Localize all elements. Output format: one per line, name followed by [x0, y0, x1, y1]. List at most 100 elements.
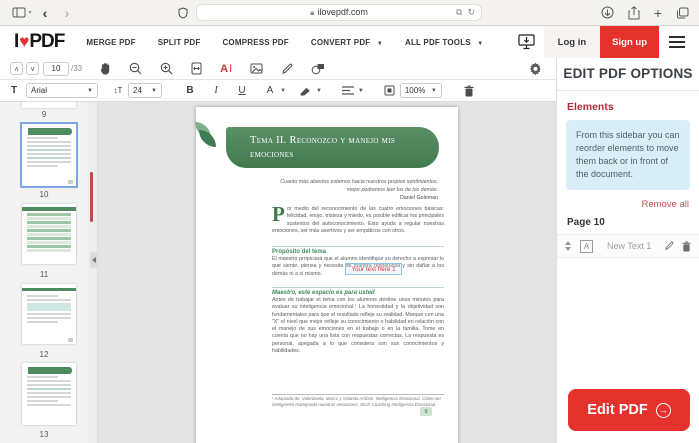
page-total-label: /33 [71, 64, 83, 73]
browser-back-icon[interactable]: ‹ [34, 5, 56, 21]
ilovepdf-logo[interactable]: I ♥ PDF [14, 31, 65, 53]
site-navbar: I ♥ PDF MERGE PDF SPLIT PDF COMPRESS PDF C… [0, 26, 699, 58]
signup-button[interactable]: Sign up [600, 26, 659, 58]
edit-pdf-button[interactable]: Edit PDF → [568, 389, 690, 431]
text-align-button[interactable] [341, 86, 354, 95]
text-type-icon: T [10, 85, 18, 96]
chevron-down-icon: ▼ [151, 87, 157, 94]
zoom-out-icon[interactable] [129, 62, 142, 75]
opacity-select[interactable]: 100% ▼ [399, 83, 442, 98]
leaf-decoration [195, 122, 217, 148]
highlight-color-button[interactable] [300, 86, 312, 96]
nav-all-pdf-tools[interactable]: ALL PDF TOOLS ▼ [405, 38, 483, 47]
delete-element-icon[interactable] [682, 241, 691, 252]
zoom-in-icon[interactable] [160, 62, 173, 75]
page-number-badge: 9 [420, 407, 432, 416]
thumbnail-page-12[interactable] [22, 284, 76, 344]
editor-toolbar-navigation: ∧ ∨ /33 AI [0, 58, 556, 80]
page-title-band: Tema II. Reconozco y manejo mis emocione… [226, 127, 439, 168]
new-tab-icon[interactable]: + [654, 5, 662, 21]
thumbnail-label-10: 10 [39, 190, 49, 199]
page-up-button[interactable]: ∧ [10, 62, 23, 75]
thumbnail-scrollbar[interactable] [90, 172, 93, 222]
chevron-down-icon[interactable]: ▼ [316, 88, 322, 94]
page-group-label: Page 10 [567, 217, 605, 229]
thumbnail-label-11: 11 [39, 270, 49, 279]
thumbnail-page-13[interactable] [22, 363, 76, 425]
page-number-input[interactable] [43, 61, 69, 76]
chevron-down-icon: ▼ [87, 87, 93, 94]
chevron-down-icon: ▼ [477, 40, 484, 47]
thumbnail-label-9: 9 [41, 110, 47, 119]
chevron-down-icon: ▼ [376, 40, 383, 47]
fit-page-icon[interactable] [191, 62, 202, 75]
underline-button[interactable]: U [236, 85, 248, 96]
nav-merge-pdf[interactable]: MERGE PDF [86, 38, 135, 47]
opacity-icon [384, 85, 396, 96]
element-list-item[interactable]: A New Text 1 [557, 234, 699, 259]
dropcap: P [272, 202, 285, 226]
privacy-shield-icon[interactable] [178, 6, 188, 19]
downloads-icon[interactable] [601, 6, 614, 19]
thumbnail-label-12: 12 [39, 350, 49, 359]
thumbnail-sidebar: 9 10 11 12 13 [0, 102, 88, 443]
logo-pdf: PDF [29, 31, 65, 52]
elements-info-box: From this sidebar you can reorder elemen… [566, 120, 690, 191]
lock-icon: 🔒︎ [310, 8, 315, 17]
logo-i: I [14, 31, 19, 52]
inserted-text-box[interactable]: Your text here 1 [345, 263, 402, 275]
heart-icon: ♥ [19, 32, 29, 51]
draw-pencil-icon[interactable] [281, 63, 293, 75]
add-text-tool-icon[interactable]: AI [220, 63, 232, 75]
editor-toolbar-text-format: T Arial ▼ ↕T 24 ▼ B I U A ▼ ▼ ▼ 100% ▼ [0, 80, 556, 102]
elements-section-label: Elements [567, 101, 614, 113]
tab-overview-icon[interactable] [676, 7, 689, 19]
browser-sidebar-icon[interactable]: ▾ [10, 7, 34, 18]
bold-button[interactable]: B [184, 85, 196, 96]
sidebar-collapse-icon[interactable] [90, 252, 97, 268]
font-family-select[interactable]: Arial ▼ [26, 83, 98, 98]
desktop-app-icon[interactable] [510, 26, 544, 58]
quote-author: Daniel Goleman [400, 194, 438, 201]
arrow-right-icon: → [655, 402, 671, 418]
nav-compress-pdf[interactable]: COMPRESS PDF [222, 38, 288, 47]
browser-forward-icon[interactable]: › [56, 5, 78, 21]
login-button[interactable]: Log in [543, 26, 601, 58]
thumbnail-page-11[interactable] [22, 204, 76, 264]
chevron-down-icon: ▼ [430, 87, 437, 94]
menu-hamburger-icon[interactable] [659, 36, 695, 48]
thumbnail-page-9[interactable] [22, 102, 76, 108]
nav-convert-pdf[interactable]: CONVERT PDF ▼ [311, 38, 383, 47]
heading-maestro: Maestro, este espacio es para usted [272, 287, 444, 296]
page-down-button[interactable]: ∨ [26, 62, 39, 75]
settings-gear-icon[interactable] [529, 62, 542, 75]
heading-proposito: Propósito del tema [272, 246, 444, 255]
hand-tool-icon[interactable] [100, 62, 111, 75]
address-bar[interactable]: 🔒︎ ilovepdf.com ⧉ ↻ [196, 4, 482, 21]
edit-element-icon[interactable] [664, 241, 674, 251]
element-name: New Text 1 [607, 241, 652, 252]
translate-icon[interactable]: ⧉ [456, 7, 462, 18]
chevron-down-icon[interactable]: ▼ [280, 88, 286, 94]
add-image-icon[interactable] [250, 63, 263, 74]
url-text: ilovepdf.com [317, 7, 368, 17]
text-color-button[interactable]: A [264, 85, 276, 96]
shapes-tool-icon[interactable] [311, 63, 325, 75]
drag-handle-icon[interactable] [565, 241, 571, 252]
thumbnail-page-10[interactable] [20, 122, 78, 188]
paragraph-intro: Por medio del reconocimiento de las cuat… [272, 202, 444, 234]
font-size-select[interactable]: 24 ▼ [128, 83, 162, 98]
pdf-page[interactable]: Tema II. Reconozco y manejo mis emocione… [195, 107, 458, 443]
italic-button[interactable]: I [210, 85, 222, 96]
paragraph-maestro: Antes de trabajar el tema con los alumno… [272, 297, 444, 355]
delete-trash-icon[interactable] [464, 85, 476, 97]
sidebar-divider [88, 102, 98, 443]
document-canvas: Tema II. Reconozco y manejo mis emocione… [98, 102, 556, 443]
share-icon[interactable] [628, 5, 640, 20]
nav-split-pdf[interactable]: SPLIT PDF [158, 38, 201, 47]
text-element-icon: A [580, 239, 593, 253]
footnote: ¹ Adaptado de: Valenzuela, Marco y Yolan… [272, 394, 444, 408]
chevron-down-icon[interactable]: ▼ [358, 88, 364, 94]
reload-icon[interactable]: ↻ [467, 7, 475, 18]
remove-all-link[interactable]: Remove all [557, 199, 689, 210]
